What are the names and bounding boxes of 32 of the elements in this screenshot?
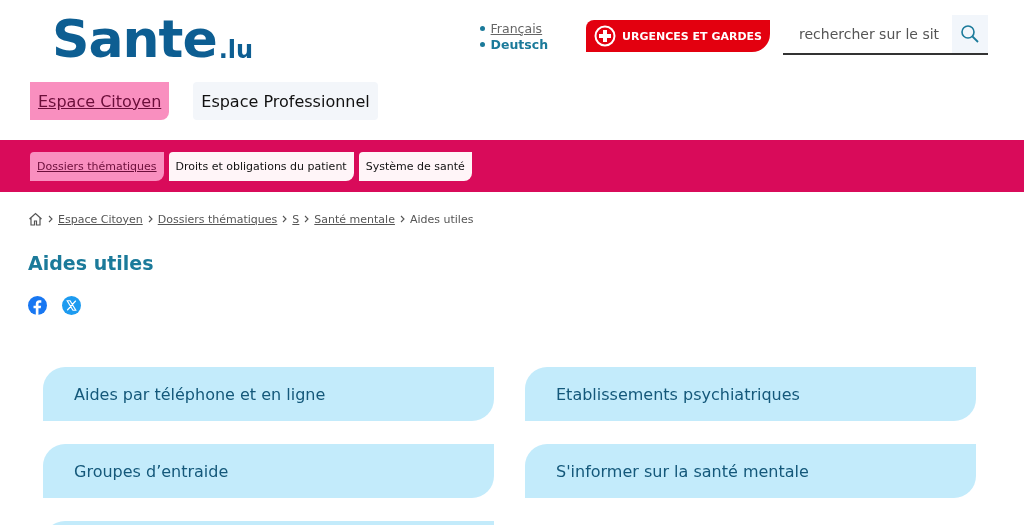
nav-tab[interactable]: Droits et obligations du patient xyxy=(168,151,354,181)
chevron-icon xyxy=(282,215,288,223)
bullet-icon xyxy=(479,41,485,47)
language-link[interactable]: Français xyxy=(490,20,543,36)
chevron-icon xyxy=(147,215,153,223)
bullet-icon xyxy=(479,25,485,31)
home-icon[interactable] xyxy=(28,212,43,226)
breadcrumb-current: Aides utiles xyxy=(409,212,474,226)
breadcrumb-link[interactable]: Dossiers thématiques xyxy=(157,212,278,226)
cross-icon xyxy=(594,25,617,47)
facebook-icon[interactable] xyxy=(28,296,47,315)
x-icon[interactable] xyxy=(62,296,81,315)
sante-logo[interactable]: Sante.lu xyxy=(52,13,254,65)
chevron-icon xyxy=(48,215,53,223)
topic-card[interactable]: Etablissements psychiatriques xyxy=(525,367,976,421)
page-title: Aides utiles xyxy=(28,252,155,274)
search-button[interactable] xyxy=(952,15,988,53)
topic-card[interactable]: Aides par téléphone et en ligne xyxy=(43,367,494,421)
chevron-icon xyxy=(399,215,405,223)
chevron-icon xyxy=(304,215,310,223)
breadcrumb-link[interactable]: Santé mentale xyxy=(314,212,395,226)
search-icon xyxy=(960,24,980,44)
nav-tab[interactable]: Dossiers thématiques xyxy=(30,151,164,181)
emergency-button[interactable]: URGENCES ET GARDES xyxy=(586,20,770,52)
language-link[interactable]: Deutsch xyxy=(490,36,549,52)
topic-card[interactable]: S'informer sur la santé mentale xyxy=(525,444,976,498)
nav-tab[interactable]: Système de santé xyxy=(358,151,472,181)
space-tab[interactable]: Espace Professionnel xyxy=(193,82,378,120)
topic-card[interactable]: Groupes d’entraide xyxy=(43,444,494,498)
breadcrumb-link[interactable]: S xyxy=(292,212,300,226)
space-tab[interactable]: Espace Citoyen xyxy=(30,82,170,120)
breadcrumb-link[interactable]: Espace Citoyen xyxy=(58,212,143,226)
